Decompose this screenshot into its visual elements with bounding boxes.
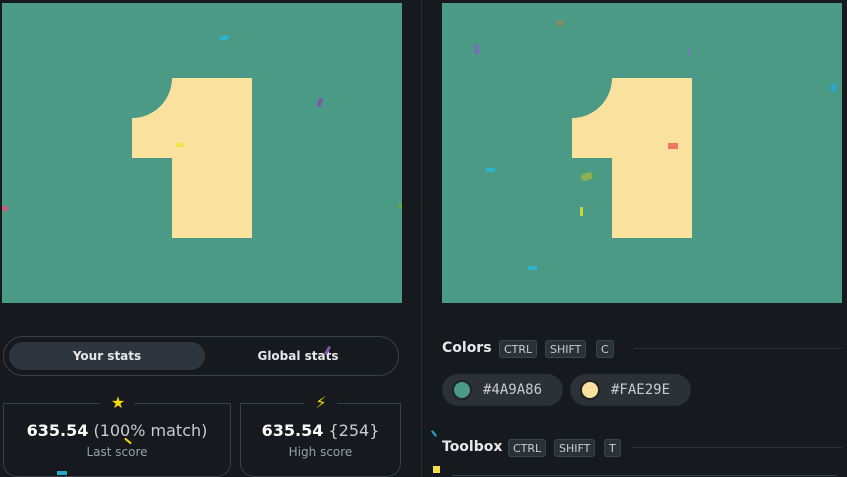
card-border bbox=[134, 403, 231, 404]
high-score-value: 635.54 bbox=[261, 421, 324, 440]
shortcut-key: T bbox=[604, 439, 621, 457]
shortcut-key: CTRL bbox=[499, 340, 538, 358]
panel-divider bbox=[421, 0, 422, 477]
confetti-piece bbox=[430, 430, 438, 437]
confetti-piece bbox=[433, 466, 440, 473]
card-border bbox=[3, 403, 100, 404]
star-icon: ★ bbox=[110, 393, 126, 412]
confetti-piece bbox=[176, 143, 184, 147]
last-score-label: Last score bbox=[86, 445, 148, 459]
match-percent: (100% match) bbox=[93, 421, 208, 440]
toolbox-title: Toolbox bbox=[442, 439, 503, 455]
global-rank: {254} bbox=[328, 421, 380, 440]
your-drawing-canvas[interactable] bbox=[2, 3, 402, 303]
confetti-piece bbox=[557, 20, 563, 26]
color-hex-value: #FAE29E bbox=[611, 382, 671, 398]
card-border bbox=[337, 403, 401, 404]
confetti-piece bbox=[57, 471, 67, 475]
confetti-piece bbox=[688, 48, 690, 56]
color-swatch-1[interactable]: #4A9A86 bbox=[442, 374, 563, 406]
color-hex-value: #4A9A86 bbox=[483, 382, 543, 398]
stats-toggle: Your stats Global stats bbox=[3, 336, 399, 376]
card-border bbox=[240, 403, 304, 404]
high-score-card: ⚡ 635.54 {254} High score bbox=[240, 393, 401, 477]
confetti-piece bbox=[475, 45, 479, 54]
lightning-icon: ⚡ bbox=[315, 393, 327, 412]
confetti-piece bbox=[831, 83, 836, 92]
shortcut-key: SHIFT bbox=[545, 340, 587, 358]
target-image-canvas bbox=[442, 3, 842, 303]
last-score-card: ★ 635.54 (100% match) Last score bbox=[3, 393, 231, 477]
high-score-label: High score bbox=[288, 445, 353, 459]
confetti-piece bbox=[486, 168, 495, 172]
tab-your-stats[interactable]: Your stats bbox=[9, 342, 205, 370]
colors-title: Colors bbox=[442, 340, 492, 356]
section-rule bbox=[634, 348, 842, 349]
confetti-piece bbox=[2, 206, 8, 211]
confetti-piece bbox=[668, 143, 678, 149]
tab-global-stats[interactable]: Global stats bbox=[203, 342, 393, 370]
confetti-piece bbox=[528, 266, 537, 270]
toolbox-panel-edge bbox=[452, 475, 837, 476]
color-swatch-2[interactable]: #FAE29E bbox=[570, 374, 691, 406]
color-dot bbox=[452, 380, 472, 400]
shortcut-key: C bbox=[596, 340, 614, 358]
color-dot bbox=[580, 380, 600, 400]
section-rule bbox=[632, 447, 842, 448]
last-score-value: 635.54 bbox=[26, 421, 89, 440]
confetti-piece bbox=[580, 207, 583, 216]
shortcut-key: CTRL bbox=[508, 439, 547, 457]
shortcut-key: SHIFT bbox=[554, 439, 596, 457]
